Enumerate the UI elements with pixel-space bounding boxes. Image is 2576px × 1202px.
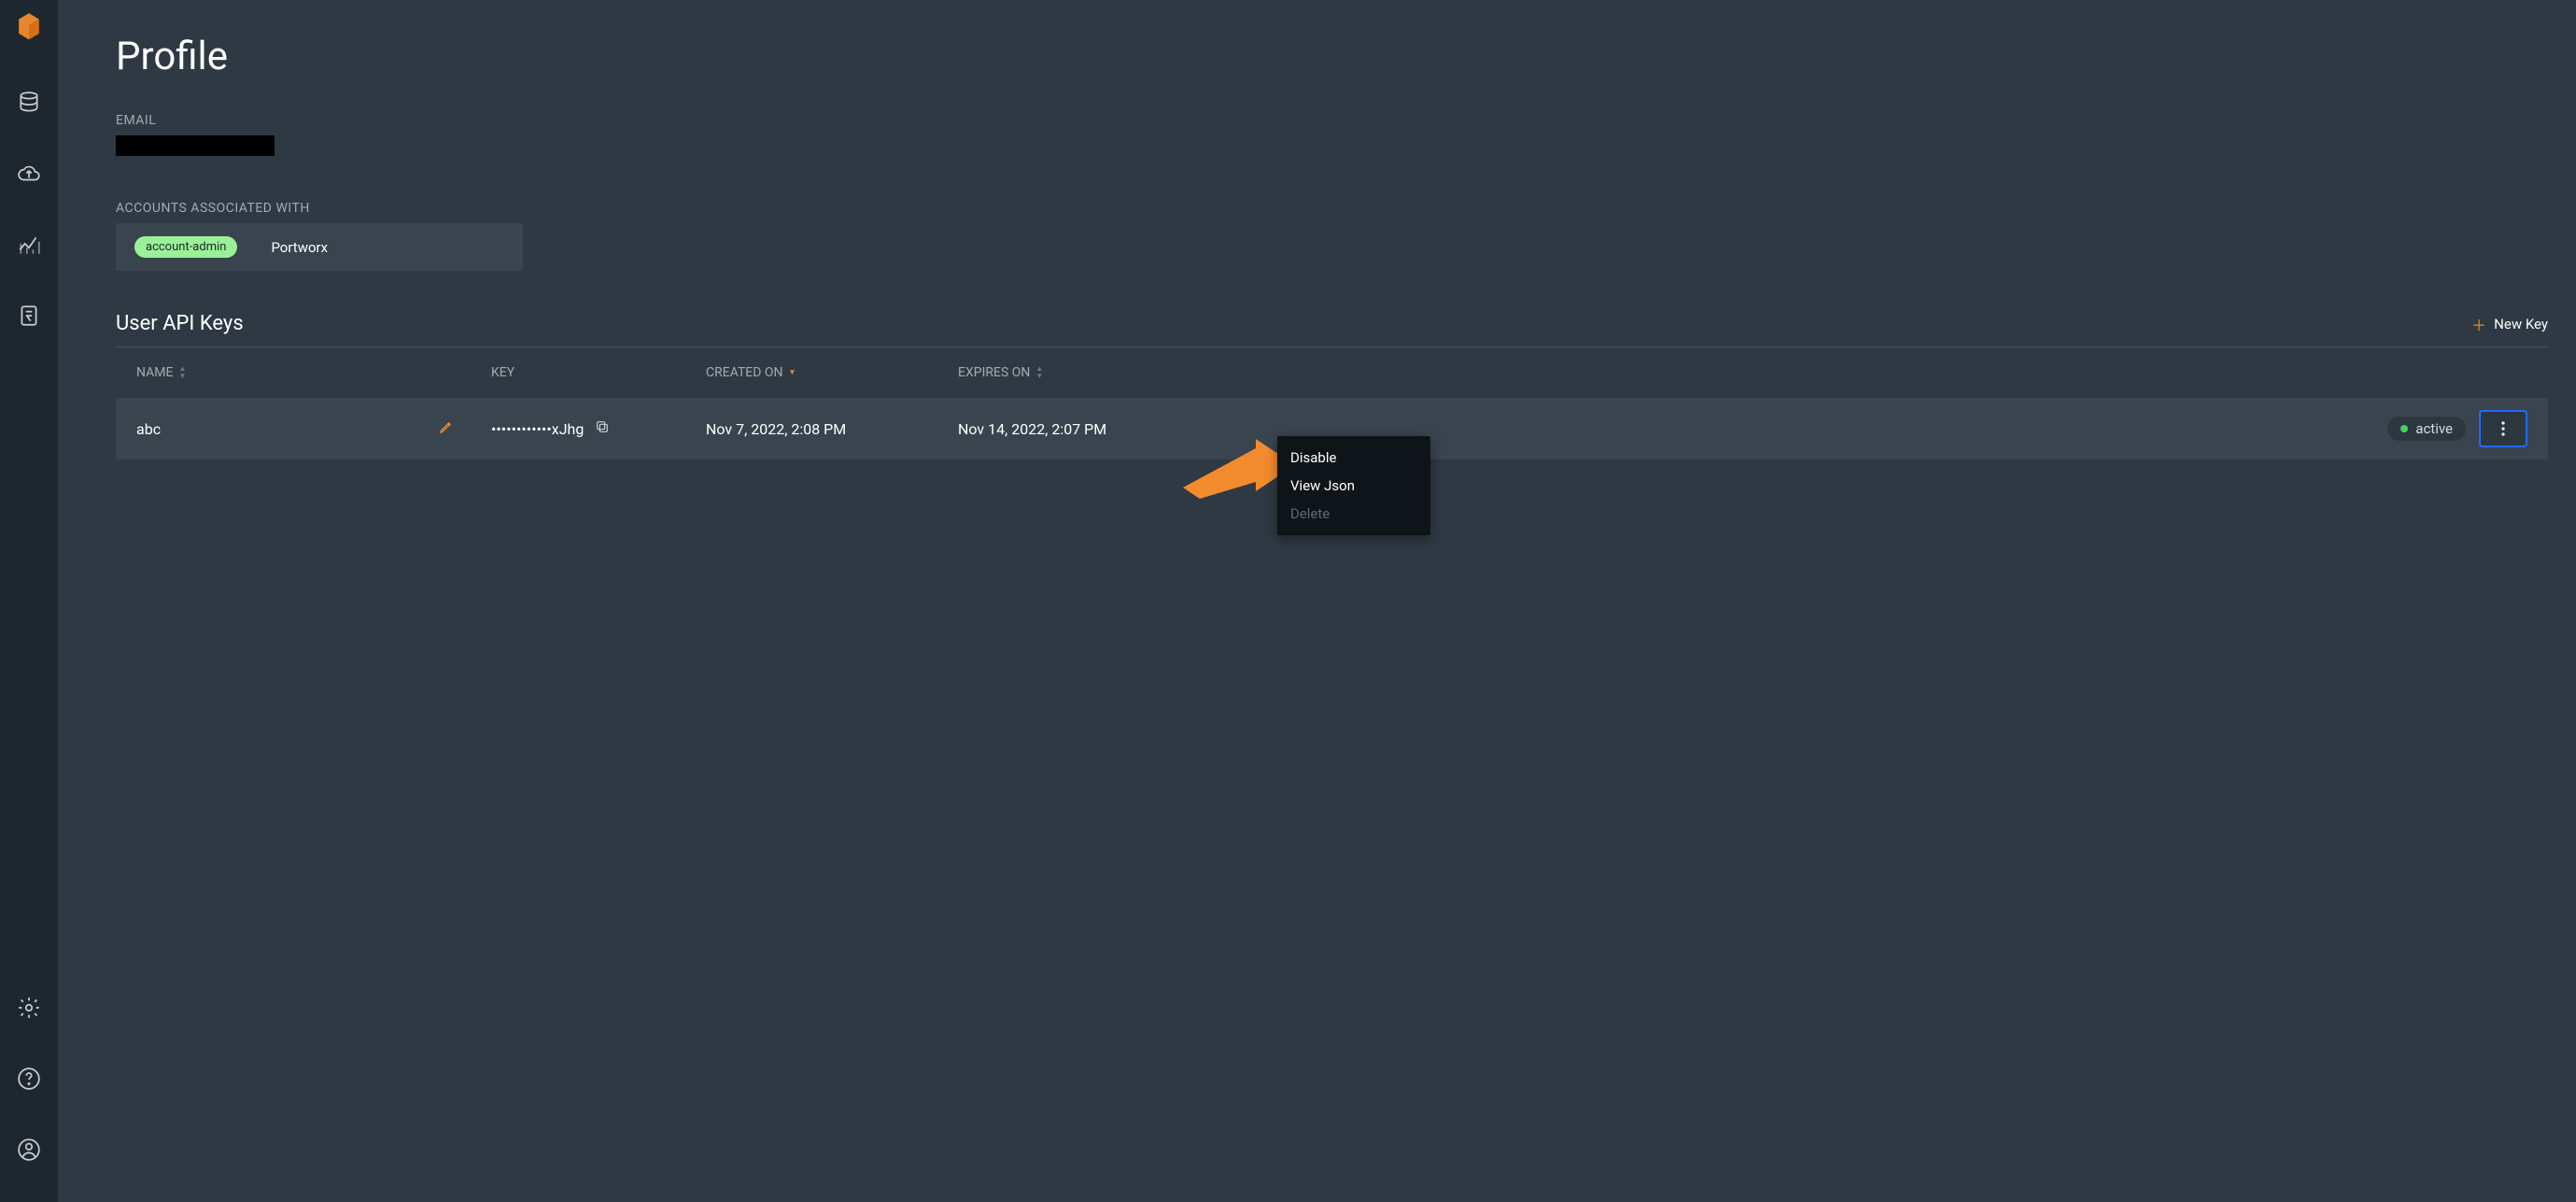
database-icon[interactable] xyxy=(10,84,48,121)
menu-delete: Delete xyxy=(1277,500,1430,528)
expires-on: Nov 14, 2022, 2:07 PM xyxy=(958,420,1285,438)
account-name: Portworx xyxy=(271,239,328,256)
row-actions-menu: Disable View Json Delete xyxy=(1277,436,1430,535)
pencil-icon[interactable] xyxy=(439,419,454,438)
sort-icon xyxy=(1035,365,1043,380)
col-name[interactable]: NAME xyxy=(136,365,491,380)
plus-icon: ＋ xyxy=(2471,313,2486,335)
billing-icon[interactable] xyxy=(10,297,48,334)
page-title: Profile xyxy=(116,34,2576,79)
menu-disable[interactable]: Disable xyxy=(1277,444,1430,472)
created-on: Nov 7, 2022, 2:08 PM xyxy=(706,420,958,438)
help-icon[interactable] xyxy=(10,1060,48,1097)
analytics-icon[interactable] xyxy=(10,226,48,263)
col-created[interactable]: CREATED ON xyxy=(706,365,958,380)
menu-view-json[interactable]: View Json xyxy=(1277,472,1430,500)
key-name: abc xyxy=(136,420,161,438)
sort-icon xyxy=(789,369,796,376)
main-content: Profile EMAIL ACCOUNTS ASSOCIATED WITH a… xyxy=(58,0,2576,1202)
sort-icon xyxy=(178,365,186,380)
col-key: KEY xyxy=(491,365,706,380)
row-actions-button[interactable] xyxy=(2479,410,2527,447)
brand-logo xyxy=(17,11,41,47)
status-badge: active xyxy=(2387,417,2466,441)
new-key-button[interactable]: ＋ New Key xyxy=(2471,313,2548,335)
gear-icon[interactable] xyxy=(10,989,48,1026)
copy-icon[interactable] xyxy=(595,419,610,438)
role-badge: account-admin xyxy=(134,236,237,258)
status-dot-icon xyxy=(2400,425,2408,432)
api-keys-title: User API Keys xyxy=(116,312,244,335)
sidebar xyxy=(0,0,58,1202)
accounts-label: ACCOUNTS ASSOCIATED WITH xyxy=(116,201,2576,216)
col-expires[interactable]: EXPIRES ON xyxy=(958,365,1285,380)
key-value: ••••••••••••xJhg xyxy=(491,420,584,438)
email-value-redacted xyxy=(116,135,274,156)
table-header: NAME KEY CREATED ON EXPIRES ON xyxy=(116,347,2548,398)
user-icon[interactable] xyxy=(10,1131,48,1168)
email-label: EMAIL xyxy=(116,113,2576,128)
cloud-upload-icon[interactable] xyxy=(10,155,48,192)
account-row: account-admin Portworx xyxy=(116,223,523,271)
